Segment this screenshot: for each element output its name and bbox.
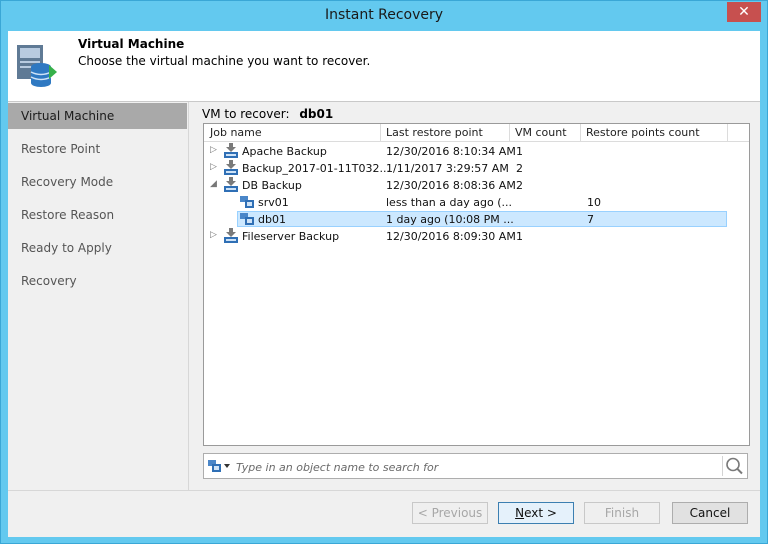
expand-collapse-icon[interactable]: ▷ — [210, 145, 217, 155]
backup-jobs-tree-grid[interactable]: Job name Last restore point VM count Res… — [203, 123, 750, 446]
backup-job-icon — [224, 177, 238, 192]
cell-restore-points-count: 10 — [587, 196, 601, 209]
search-input[interactable] — [234, 457, 718, 477]
vm-to-recover: VM to recover: db01 — [202, 107, 333, 121]
cell-last-restore-point: 1/11/2017 3:29:57 AM — [386, 162, 509, 175]
step-recovery-mode[interactable]: Recovery Mode — [8, 169, 187, 195]
wizard-steps: Virtual Machine Restore Point Recovery M… — [8, 102, 189, 490]
close-icon: ✕ — [738, 4, 750, 20]
column-last-restore-point[interactable]: Last restore point — [386, 126, 483, 139]
cell-job-name: srv01 — [258, 196, 289, 209]
expand-collapse-icon[interactable]: ◢ — [210, 179, 217, 189]
page-subtitle: Choose the virtual machine you want to r… — [78, 54, 371, 68]
expand-collapse-icon[interactable]: ▷ — [210, 162, 217, 172]
cell-vm-count: 2 — [516, 162, 523, 175]
step-restore-point[interactable]: Restore Point — [8, 136, 187, 162]
column-restore-points-count[interactable]: Restore points count — [586, 126, 700, 139]
search-bar — [203, 453, 748, 479]
cell-vm-count: 2 — [516, 179, 523, 192]
table-row[interactable]: srv01 less than a day ago (... 10 — [204, 194, 749, 211]
column-vm-count[interactable]: VM count — [515, 126, 567, 139]
cell-vm-count: 1 — [516, 145, 523, 158]
vm-to-recover-label: VM to recover: — [202, 107, 290, 121]
vm-icon — [240, 211, 254, 226]
cell-last-restore-point: 12/30/2016 8:09:30 AM — [386, 230, 516, 243]
step-virtual-machine[interactable]: Virtual Machine — [8, 103, 187, 129]
vm-to-recover-value: db01 — [299, 107, 334, 121]
next-label: ext > — [524, 506, 557, 520]
step-restore-reason[interactable]: Restore Reason — [8, 202, 187, 228]
table-row[interactable]: ▷ Fileserver Backup 12/30/2016 8:09:30 AM 1 — [204, 228, 749, 245]
window-title: Instant Recovery — [324, 7, 444, 23]
cell-last-restore-point: 12/30/2016 8:10:34 AM — [386, 145, 516, 158]
vm-icon — [240, 194, 254, 209]
search-button[interactable] — [722, 456, 745, 476]
step-ready-to-apply[interactable]: Ready to Apply — [8, 235, 187, 261]
cell-job-name: Fileserver Backup — [242, 230, 340, 243]
column-divider[interactable] — [509, 124, 510, 141]
expand-collapse-icon[interactable]: ▷ — [210, 230, 217, 240]
object-type-picker-icon[interactable] — [207, 458, 233, 474]
table-row[interactable]: ▷ Apache Backup 12/30/2016 8:10:34 AM 1 — [204, 143, 749, 160]
page-title: Virtual Machine — [78, 37, 185, 51]
virtual-machine-database-icon — [17, 45, 57, 87]
wizard-client-area: Virtual Machine Choose the virtual machi… — [8, 31, 760, 537]
previous-button[interactable]: < Previous — [412, 502, 488, 524]
finish-button[interactable]: Finish — [584, 502, 660, 524]
cell-last-restore-point: 12/30/2016 8:08:36 AM — [386, 179, 516, 192]
step-recovery[interactable]: Recovery — [8, 268, 187, 294]
cell-restore-points-count: 7 — [587, 213, 594, 226]
cell-job-name: DB Backup — [242, 179, 302, 192]
cell-last-restore-point: 1 day ago (10:08 PM ... — [386, 213, 514, 226]
backup-job-icon — [224, 143, 238, 158]
instant-recovery-window: Instant Recovery ✕ Virtual Machine Choos… — [0, 0, 768, 544]
wizard-header: Virtual Machine Choose the virtual machi… — [8, 31, 760, 102]
close-button[interactable]: ✕ — [727, 2, 761, 22]
table-row[interactable]: ◢ DB Backup 12/30/2016 8:08:36 AM 2 — [204, 177, 749, 194]
wizard-footer: < Previous Next > Finish Cancel — [8, 490, 760, 537]
wizard-page-content: VM to recover: db01 Job name Last restor… — [189, 102, 760, 490]
column-job-name[interactable]: Job name — [210, 126, 262, 139]
next-button[interactable]: Next > — [498, 502, 574, 524]
cancel-button[interactable]: Cancel — [672, 502, 748, 524]
cell-job-name: Backup_2017-01-11T032... — [242, 162, 390, 175]
column-divider[interactable] — [580, 124, 581, 141]
backup-job-icon — [224, 160, 238, 175]
column-divider[interactable] — [380, 124, 381, 141]
next-mnemonic: N — [515, 506, 525, 520]
search-icon — [726, 457, 743, 475]
cell-vm-count: 1 — [516, 230, 523, 243]
table-row[interactable]: ▷ Backup_2017-01-11T032... 1/11/2017 3:29:… — [204, 160, 749, 177]
title-bar[interactable]: Instant Recovery ✕ — [1, 1, 767, 31]
cell-job-name: Apache Backup — [242, 145, 327, 158]
cell-job-name: db01 — [258, 213, 286, 226]
backup-job-icon — [224, 228, 238, 243]
grid-header: Job name Last restore point VM count Res… — [204, 124, 749, 142]
table-row[interactable]: db01 1 day ago (10:08 PM ... 7 — [204, 211, 749, 228]
column-divider[interactable] — [727, 124, 728, 141]
cell-last-restore-point: less than a day ago (... — [386, 196, 512, 209]
